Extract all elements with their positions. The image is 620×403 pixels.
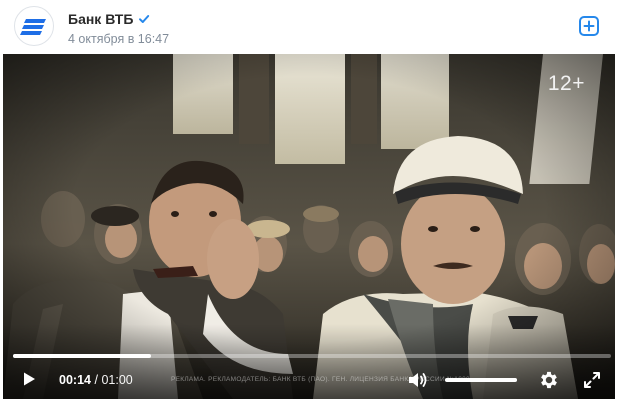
avatar[interactable] [14,6,54,46]
time-separator: / [94,373,98,387]
volume-slider[interactable] [445,378,517,382]
vtb-logo-icon [20,19,46,35]
progress-bar[interactable] [13,354,611,358]
play-icon[interactable] [20,370,38,388]
progress-fill [13,354,151,358]
post-date[interactable]: 4 октября в 16:47 [68,32,169,46]
post-header: Банк ВТБ 4 октября в 16:47 [0,0,620,52]
volume-fill [445,378,517,382]
current-time: 00:14 [59,373,91,387]
duration: 01:00 [101,373,133,387]
fullscreen-icon[interactable] [583,371,601,389]
author-name[interactable]: Банк ВТБ [68,11,133,27]
post-card: Банк ВТБ 4 октября в 16:47 12+ РЕКЛАМА. … [0,0,620,403]
video-player[interactable]: 12+ РЕКЛАМА. РЕКЛАМОДАТЕЛЬ: БАНК ВТБ (ПА… [3,54,615,399]
verified-check-icon [139,15,150,23]
volume-icon[interactable] [407,370,429,390]
age-rating-badge: 12+ [547,72,585,95]
author-row: Банк ВТБ [68,10,150,28]
add-icon[interactable] [578,15,600,37]
time-display: 00:14 / 01:00 [59,373,133,387]
video-frame [3,54,615,399]
settings-gear-icon[interactable] [538,369,560,391]
